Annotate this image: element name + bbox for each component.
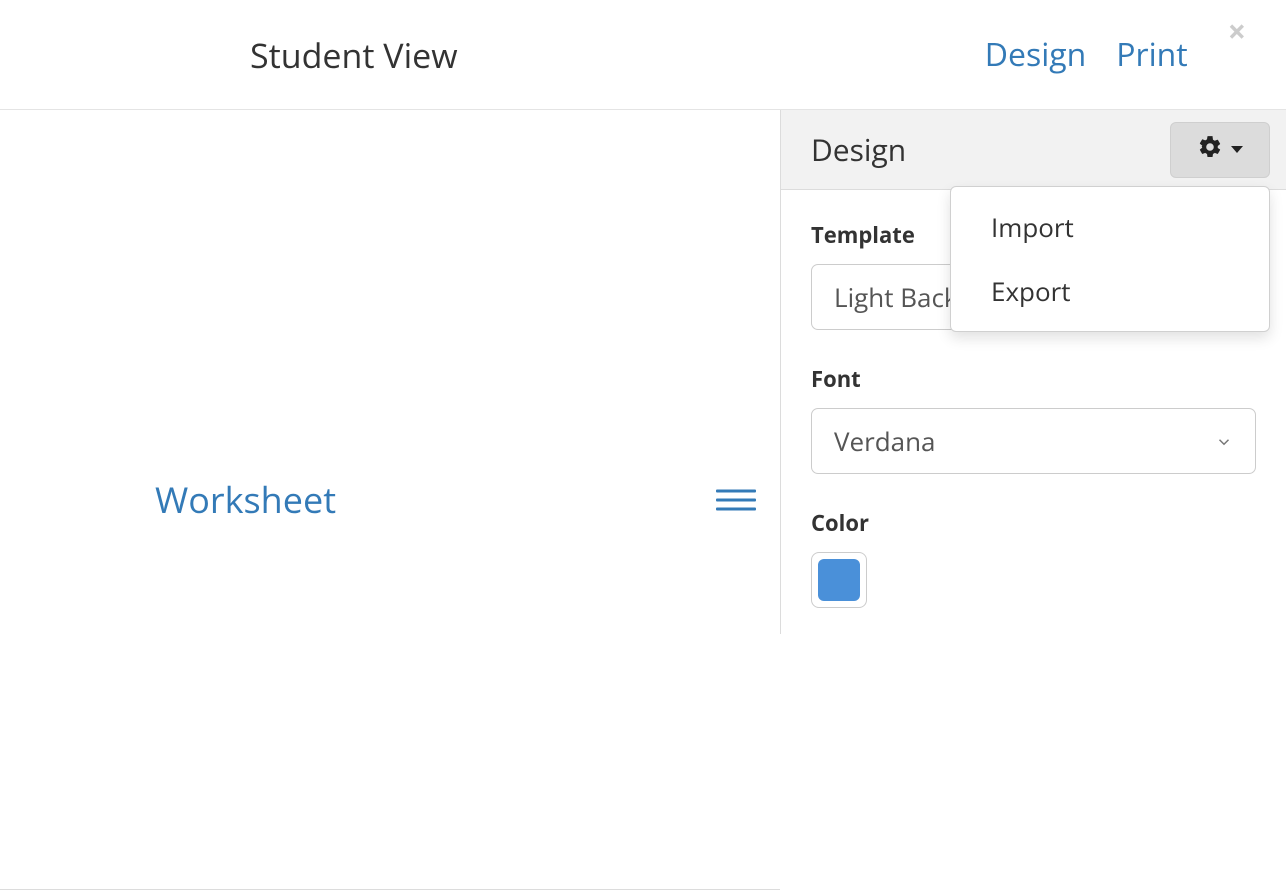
top-header: Student View Design Print × <box>0 0 1286 110</box>
design-settings-menu: Import Export <box>950 186 1270 332</box>
design-panel-title: Design <box>811 129 906 170</box>
design-settings-button[interactable] <box>1170 122 1270 178</box>
color-label: Color <box>811 508 1256 538</box>
worksheet-title[interactable]: Worksheet <box>155 475 336 524</box>
design-link[interactable]: Design <box>985 33 1087 76</box>
font-label: Font <box>811 364 1256 394</box>
page-title: Student View <box>250 32 458 78</box>
gear-icon <box>1197 134 1223 165</box>
color-swatch <box>818 559 860 601</box>
top-actions: Design Print × <box>985 33 1246 76</box>
print-link[interactable]: Print <box>1116 33 1187 76</box>
font-select[interactable]: Verdana <box>811 408 1256 474</box>
menu-item-import[interactable]: Import <box>951 195 1269 259</box>
close-icon[interactable]: × <box>1228 16 1246 48</box>
hamburger-icon[interactable] <box>716 489 756 510</box>
font-select-value: Verdana <box>834 423 935 459</box>
menu-item-export[interactable]: Export <box>951 259 1269 323</box>
color-picker[interactable] <box>811 552 867 608</box>
left-column: Worksheet <box>0 110 780 634</box>
caret-down-icon <box>1231 146 1243 153</box>
worksheet-subheader: Worksheet <box>0 110 780 890</box>
main-row: Worksheet Design Import Export Template … <box>0 110 1286 634</box>
chevron-down-icon <box>1215 423 1233 459</box>
design-panel-header: Design <box>781 110 1286 190</box>
design-panel: Design Import Export Template Light Back… <box>780 110 1286 634</box>
